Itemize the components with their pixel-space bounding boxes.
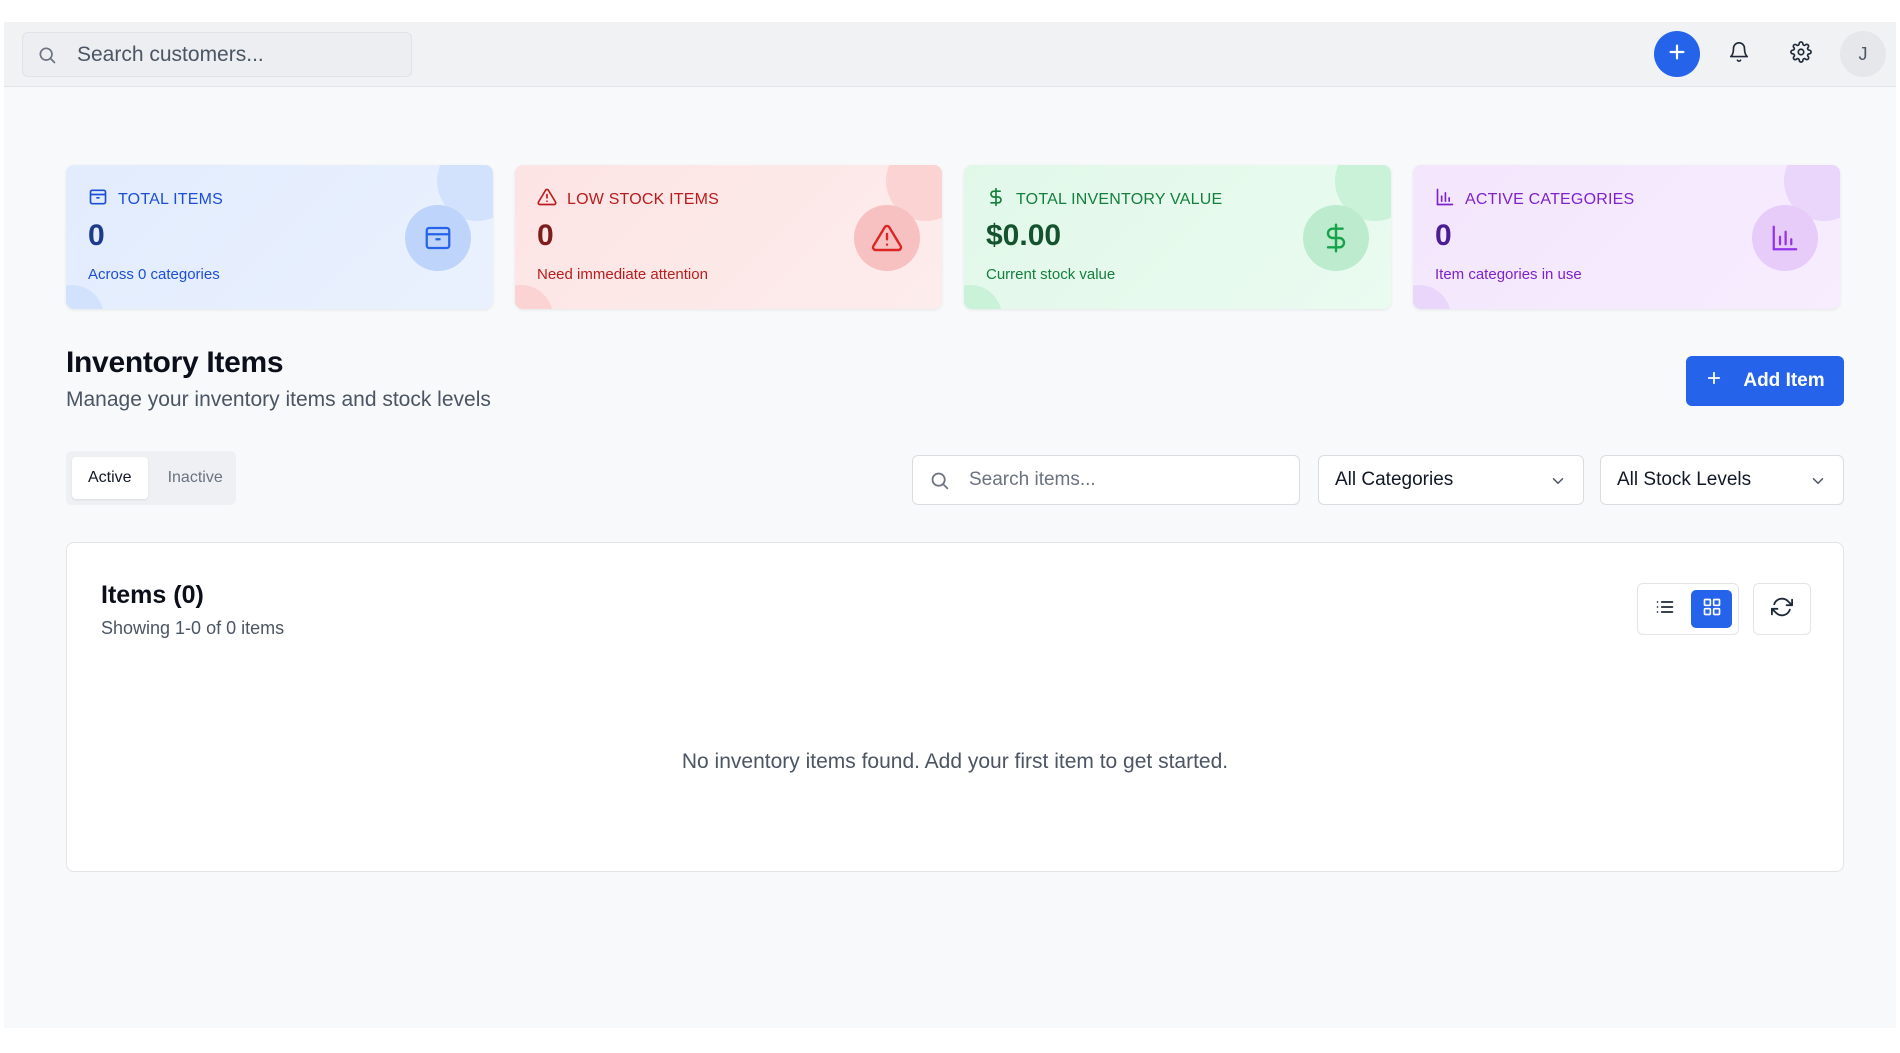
page-title: Inventory Items bbox=[66, 346, 284, 379]
refresh-button[interactable] bbox=[1753, 583, 1811, 635]
tab-active[interactable]: Active bbox=[72, 457, 148, 499]
category-select[interactable]: All Categories bbox=[1318, 455, 1584, 505]
stat-subtext: Item categories in use bbox=[1435, 266, 1582, 283]
stat-card-total-items: TOTAL ITEMS 0 Across 0 categories bbox=[66, 165, 493, 309]
items-title: Items (0) bbox=[101, 581, 204, 609]
stat-value: 0 bbox=[537, 219, 554, 252]
stat-label: TOTAL INVENTORY VALUE bbox=[1016, 190, 1223, 208]
items-panel: Items (0) Showing 1-0 of 0 items No inve… bbox=[66, 542, 1844, 872]
top-actions: J bbox=[1654, 31, 1886, 77]
stat-subtext: Need immediate attention bbox=[537, 266, 708, 283]
list-icon bbox=[1655, 597, 1675, 622]
stock-level-select-value: All Stock Levels bbox=[1617, 469, 1752, 490]
item-search-input[interactable] bbox=[969, 456, 1289, 504]
stat-value: 0 bbox=[1435, 219, 1452, 252]
stats-row: TOTAL ITEMS 0 Across 0 categories LOW ST… bbox=[66, 165, 1840, 309]
tab-inactive[interactable]: Inactive bbox=[152, 457, 239, 499]
grid-icon bbox=[1702, 597, 1722, 622]
package-icon bbox=[405, 205, 471, 271]
stat-label: TOTAL ITEMS bbox=[118, 190, 224, 208]
add-item-label: Add Item bbox=[1743, 370, 1825, 391]
app-window: J TOTAL ITEMS 0 Across 0 categories bbox=[4, 22, 1896, 1028]
plus-icon bbox=[1666, 41, 1688, 68]
bar-chart-icon bbox=[1435, 187, 1455, 212]
bell-icon bbox=[1728, 41, 1750, 68]
page-subtitle: Manage your inventory items and stock le… bbox=[66, 388, 491, 411]
stat-value: 0 bbox=[88, 219, 105, 252]
list-view-button[interactable] bbox=[1644, 590, 1685, 628]
plus-icon bbox=[1705, 369, 1723, 393]
stat-card-active-categories: ACTIVE CATEGORIES 0 Item categories in u… bbox=[1413, 165, 1840, 309]
grid-view-button[interactable] bbox=[1691, 590, 1732, 628]
add-item-button[interactable]: Add Item bbox=[1686, 356, 1844, 406]
search-icon bbox=[37, 45, 57, 70]
search-icon bbox=[929, 470, 950, 496]
dollar-icon bbox=[986, 187, 1006, 212]
notifications-button[interactable] bbox=[1716, 31, 1762, 77]
customer-search-input[interactable] bbox=[77, 33, 397, 76]
status-tabs: Active Inactive bbox=[66, 451, 236, 505]
item-search[interactable] bbox=[912, 455, 1300, 505]
alert-triangle-icon bbox=[854, 205, 920, 271]
stat-label: LOW STOCK ITEMS bbox=[567, 190, 720, 208]
empty-state-message: No inventory items found. Add your first… bbox=[681, 750, 1229, 773]
stat-card-inventory-value: TOTAL INVENTORY VALUE $0.00 Current stoc… bbox=[964, 165, 1391, 309]
stat-value: $0.00 bbox=[986, 219, 1062, 252]
gear-icon bbox=[1790, 40, 1812, 68]
chevron-down-icon bbox=[1809, 472, 1827, 496]
category-select-value: All Categories bbox=[1335, 469, 1454, 490]
items-count-text: Showing 1-0 of 0 items bbox=[101, 618, 285, 638]
stat-subtext: Across 0 categories bbox=[88, 266, 220, 283]
stock-level-select[interactable]: All Stock Levels bbox=[1600, 455, 1844, 505]
user-avatar[interactable]: J bbox=[1840, 31, 1886, 77]
quick-add-button[interactable] bbox=[1654, 31, 1700, 77]
avatar-initial: J bbox=[1858, 43, 1868, 64]
settings-button[interactable] bbox=[1778, 31, 1824, 77]
top-bar: J bbox=[4, 22, 1896, 87]
package-icon bbox=[88, 187, 108, 212]
customer-search[interactable] bbox=[22, 32, 412, 77]
view-mode-toggle bbox=[1637, 583, 1739, 635]
dollar-icon bbox=[1303, 205, 1369, 271]
chevron-down-icon bbox=[1549, 472, 1567, 496]
bar-chart-icon bbox=[1752, 205, 1818, 271]
stat-card-low-stock: LOW STOCK ITEMS 0 Need immediate attenti… bbox=[515, 165, 942, 309]
alert-triangle-icon bbox=[537, 187, 557, 212]
stat-label: ACTIVE CATEGORIES bbox=[1465, 190, 1635, 208]
refresh-icon bbox=[1771, 596, 1793, 623]
stat-subtext: Current stock value bbox=[986, 266, 1116, 283]
